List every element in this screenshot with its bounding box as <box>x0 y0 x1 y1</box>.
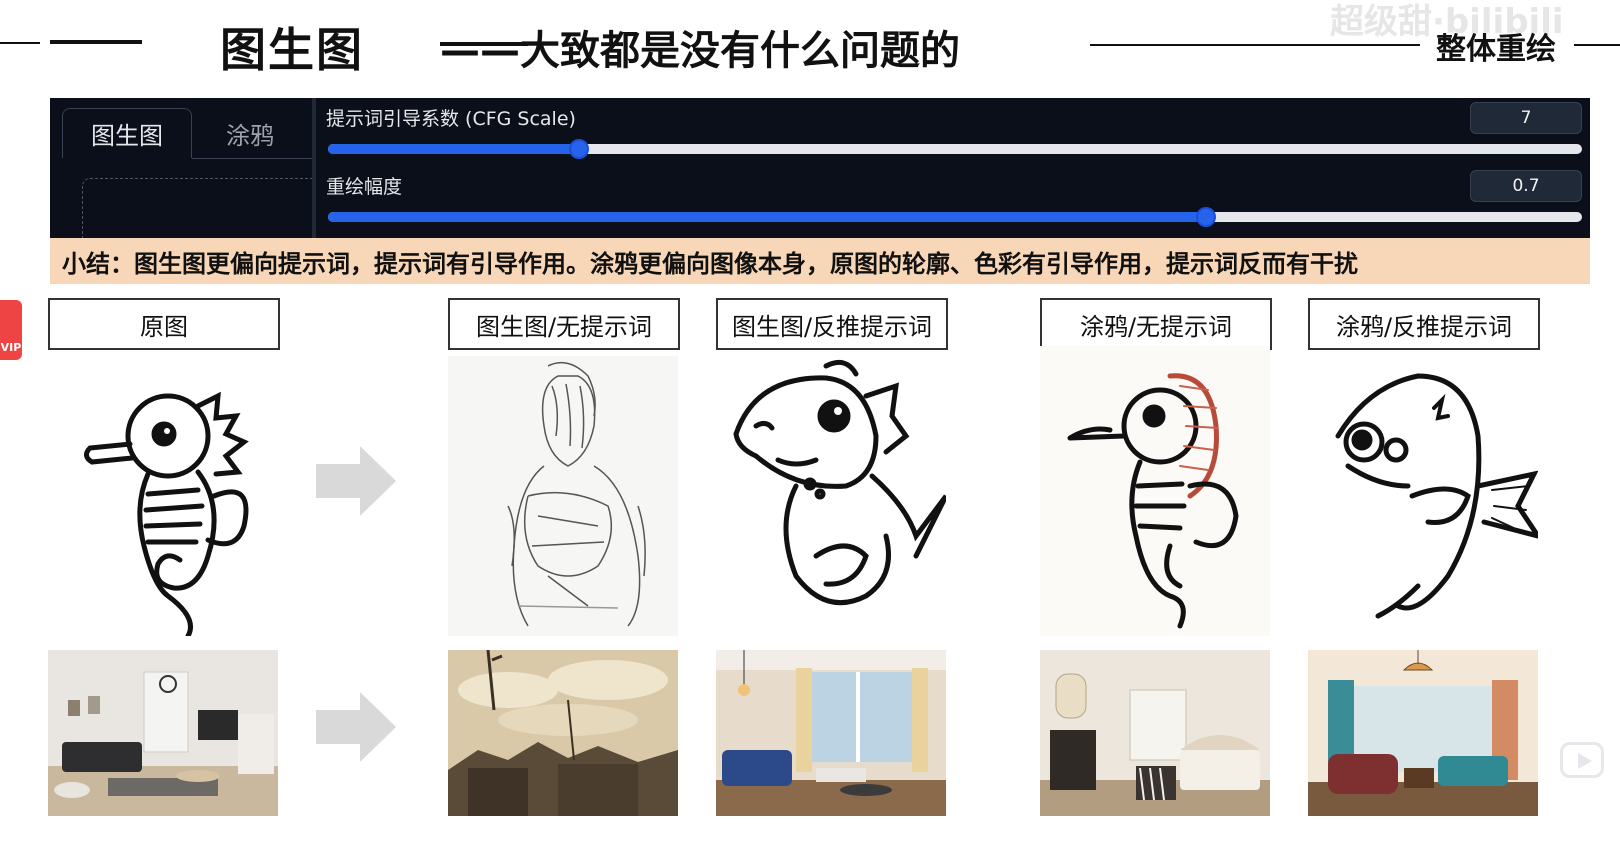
img2img-reverse-prompt-fish-image <box>716 356 946 636</box>
sketch-no-prompt-seahorse-image <box>1040 346 1270 636</box>
settings-panel: 图生图 涂鸦 提示词引导系数 (CFG Scale) 7 重绘幅度 0.7 <box>50 98 1590 240</box>
column-label-original: 原图 <box>48 298 280 350</box>
sketch-no-prompt-room-image <box>1040 650 1270 816</box>
tab-sketch[interactable]: 涂鸦 <box>200 108 300 158</box>
sketch-reverse-prompt-room-image <box>1308 650 1538 816</box>
header-rule-left-thick <box>50 40 142 44</box>
column-label-img2img-reverse-prompt: 图生图/反推提示词 <box>716 298 948 350</box>
cfg-scale-slider[interactable] <box>328 139 1582 159</box>
column-label-sketch-no-prompt: 涂鸦/无提示词 <box>1040 298 1272 350</box>
img2img-tabs-pane: 图生图 涂鸦 <box>50 98 312 240</box>
image-drop-area[interactable] <box>82 178 312 240</box>
denoise-thumb[interactable] <box>1195 207 1216 227</box>
panel-divider <box>312 98 316 240</box>
page-title: 图生图 <box>220 23 364 77</box>
mode-label: 整体重绘 <box>1436 32 1556 67</box>
summary-banner: 小结：图生图更偏向提示词，提示词有引导作用。涂鸦更偏向图像本身，原图的轮廓、色彩… <box>50 238 1590 284</box>
cfg-scale-input[interactable]: 7 <box>1470 102 1582 134</box>
original-living-room-image <box>48 650 278 816</box>
header-rule-left <box>0 42 40 44</box>
img2img-reverse-prompt-room-image <box>716 650 946 816</box>
header-rule-right <box>1574 44 1620 46</box>
cfg-scale-label: 提示词引导系数 (CFG Scale) <box>326 108 576 130</box>
column-label-img2img-no-prompt: 图生图/无提示词 <box>448 298 680 350</box>
vip-badge[interactable]: VIP <box>0 300 22 360</box>
denoise-input[interactable]: 0.7 <box>1470 170 1582 202</box>
denoise-label: 重绘幅度 <box>326 176 403 198</box>
original-seahorse-image <box>48 356 278 636</box>
sketch-reverse-prompt-fish-image <box>1308 346 1538 636</box>
img2img-no-prompt-sketch-image <box>448 356 678 636</box>
play-icon[interactable] <box>1560 742 1604 778</box>
arrow-right-icon <box>316 446 396 516</box>
img2img-no-prompt-ruins-image <box>448 650 678 816</box>
column-label-sketch-reverse-prompt: 涂鸦/反推提示词 <box>1308 298 1540 350</box>
tab-underline <box>192 158 312 159</box>
tab-img2img[interactable]: 图生图 <box>62 108 192 158</box>
denoise-slider[interactable] <box>328 207 1582 227</box>
header-rule-long <box>1090 44 1420 46</box>
cfg-scale-thumb[interactable] <box>568 139 589 159</box>
denoise-fill <box>328 212 1206 222</box>
cfg-scale-fill <box>328 144 579 154</box>
page-subtitle: ——大致都是没有什么问题的 <box>440 28 960 74</box>
arrow-right-icon <box>316 692 396 762</box>
